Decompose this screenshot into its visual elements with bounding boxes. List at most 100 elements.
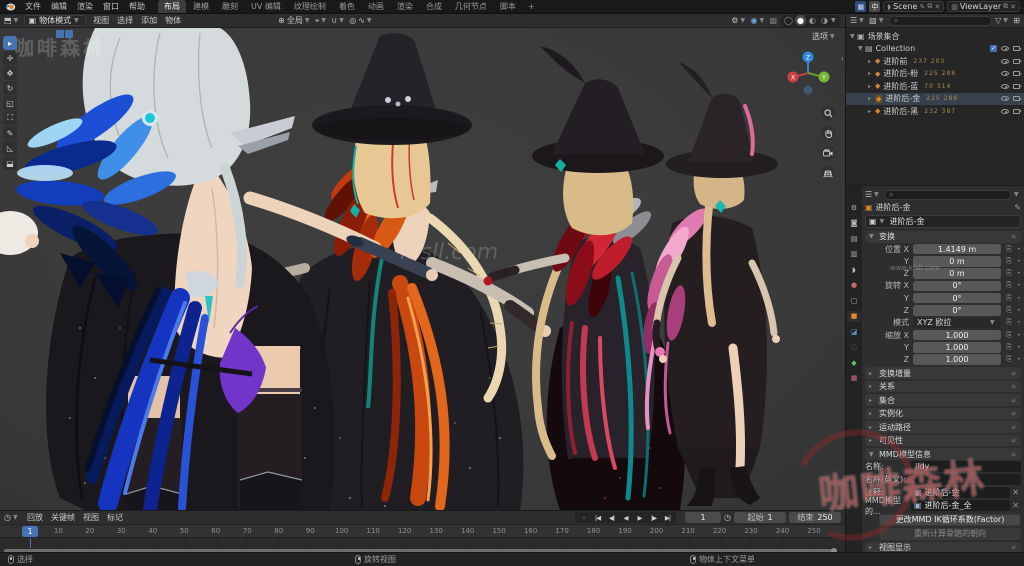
disable-render-icon[interactable] (1013, 108, 1022, 114)
clear-icon[interactable]: ✕ (1010, 488, 1021, 497)
properties-editor-type-button[interactable]: ☰ ▼ (865, 190, 881, 199)
mmd-ik-loop-button[interactable]: 更改MMD IK循环系数(Factor) (879, 513, 1021, 526)
menu-窗口[interactable]: 窗口 (98, 1, 124, 12)
animate-dot-icon[interactable]: • (1017, 332, 1021, 339)
add-workspace-button[interactable]: + (524, 2, 539, 11)
timeline-menu-标记[interactable]: 标记 (103, 511, 127, 524)
animate-dot-icon[interactable]: • (1017, 295, 1021, 302)
menu-文件[interactable]: 文件 (20, 1, 46, 12)
collection-row[interactable]: ▼ ▤ Collection ✓ (846, 43, 1024, 56)
section-header[interactable]: ▸ 变换增量 ≡ (865, 367, 1021, 379)
viewport-menu-物体[interactable]: 物体 (161, 14, 185, 27)
lock-icon[interactable]: ⎘ (1001, 257, 1017, 266)
lock-icon[interactable]: ⎘ (1001, 306, 1017, 315)
section-header[interactable]: ▸ 集合 ≡ (865, 394, 1021, 406)
lock-icon[interactable]: ⎘ (1001, 245, 1017, 254)
mode-toggle-3[interactable] (74, 30, 82, 38)
language-toggle-button[interactable]: 中 (869, 1, 881, 12)
mode-selector[interactable]: ▣ 物体模式 ▼ (23, 15, 87, 26)
transform-value-field[interactable]: 1.4149 m (913, 243, 1001, 255)
outliner-filter-button[interactable]: ▽ ▼ (995, 16, 1010, 25)
animate-dot-icon[interactable]: • (1017, 246, 1021, 253)
sidebar-toggle-arrow[interactable]: ‹ (841, 54, 844, 63)
tool-tab[interactable]: ⚙ (847, 202, 861, 213)
disable-render-icon[interactable] (1013, 96, 1022, 102)
zoom-icon[interactable] (821, 106, 835, 120)
perspective-toggle-icon[interactable] (821, 166, 835, 180)
properties-options-dropdown[interactable]: ▼ (1014, 191, 1021, 198)
overlays-toggle[interactable]: ◉ ▼ (750, 16, 766, 25)
transform-tool[interactable]: ⛶ (3, 111, 17, 125)
pin-icon[interactable]: ✎ (1014, 203, 1021, 212)
mmd-name-input[interactable]: jldy (911, 461, 1021, 473)
menu-渲染[interactable]: 渲染 (72, 1, 98, 12)
section-header[interactable]: ▸ 关系 ≡ (865, 380, 1021, 393)
outliner-search-input[interactable]: ⌕ (888, 15, 993, 26)
select-box-tool[interactable]: ▸ (3, 36, 17, 50)
lock-icon[interactable]: ⎘ (1001, 269, 1017, 278)
wireframe-shading-button[interactable]: ◯ (783, 15, 794, 26)
3d-viewport[interactable]: 咖啡森林 kfsll.com ▸ ✛ ✥ ↻ ◱ ⛶ ✎ ◺ ⬓ 选项 ▼ Z X Y (0, 28, 845, 510)
mmd-model-field[interactable]: ▣ 进阶后-金_全 (911, 500, 1011, 512)
lock-icon[interactable]: ⎘ (1001, 331, 1017, 340)
hide-eye-icon[interactable] (1001, 108, 1009, 114)
hide-eye-icon[interactable] (1001, 96, 1009, 102)
workspace-tab[interactable]: UV 编辑 (245, 0, 287, 13)
object-tab[interactable]: ■ (847, 310, 861, 322)
scene-tab[interactable]: ◗ (847, 264, 861, 275)
mmd-comment-field[interactable]: ▣ 进阶后-金 (911, 487, 1011, 499)
lock-icon[interactable]: ⎘ (1001, 281, 1017, 290)
section-header[interactable]: ▸ 运动路径 ≡ (865, 421, 1021, 433)
transform-value-field[interactable]: 0° (913, 305, 1001, 316)
new-view-layer-icon[interactable]: ⧉ (1003, 2, 1008, 11)
view-layer-selector[interactable]: ▥ ViewLayer ⧉ ✕ (947, 1, 1020, 12)
output-tab[interactable]: ▤ (847, 233, 861, 244)
outliner-item[interactable]: ▸ ◆ 进阶后-蓝 70 314 (846, 80, 1024, 93)
camera-view-icon[interactable] (821, 146, 835, 160)
disable-render-icon[interactable] (1013, 83, 1022, 89)
outliner-item[interactable]: ▸ ◆ 进阶前 237 203 (846, 55, 1024, 68)
menu-编辑[interactable]: 编辑 (46, 1, 72, 12)
pivot-point-dropdown[interactable]: ⌖ ▼ (315, 16, 329, 26)
gizmos-dropdown[interactable]: ⚙ ▼ (731, 16, 747, 25)
mmd-recalc-bone-button[interactable]: 重新计算骨骼的朝向 (879, 527, 1021, 540)
transform-value-field[interactable]: 0° (913, 280, 1001, 292)
timeline-menu-回放[interactable]: 回放 (23, 511, 47, 524)
current-frame-field[interactable]: 1 (685, 512, 722, 523)
prev-keyframe-button[interactable]: ◀| (605, 512, 618, 523)
mode-toggle-1[interactable] (56, 30, 64, 38)
new-scene-icon[interactable]: ⧉ (927, 2, 932, 11)
texture-tab[interactable]: ▦ (847, 373, 861, 384)
play-button[interactable]: ▶ (633, 512, 646, 523)
current-frame-indicator[interactable]: 1 (22, 526, 38, 537)
viewport-options-dropdown[interactable]: 选项 ▼ (812, 31, 837, 42)
frame-end-field[interactable]: 结束 250 (789, 512, 841, 523)
timeline-menu-视图[interactable]: 视图 (79, 511, 103, 524)
frame-start-field[interactable]: 起始 1 (734, 512, 786, 523)
animate-dot-icon[interactable]: • (1017, 258, 1021, 265)
rotate-tool[interactable]: ↻ (3, 81, 17, 95)
rendered-shading-button[interactable]: ◑ (819, 15, 830, 26)
hide-eye-icon[interactable] (1001, 58, 1009, 64)
scene-collection-row[interactable]: ▼ ▣ 场景集合 (846, 30, 1024, 43)
workspace-tab[interactable]: 纹理绘制 (288, 0, 332, 13)
lock-icon[interactable]: ⎘ (1001, 294, 1017, 303)
animate-dot-icon[interactable]: • (1017, 282, 1021, 289)
transform-value-field[interactable]: 1.000 (913, 354, 1001, 365)
timeline-tracks[interactable] (0, 538, 845, 548)
transform-value-field[interactable]: 0° (913, 292, 1001, 304)
lock-icon[interactable]: ⎘ (1001, 318, 1017, 327)
remove-view-layer-icon[interactable]: ✕ (1010, 3, 1016, 11)
mode-toggle-2[interactable] (65, 30, 73, 38)
material-shading-button[interactable]: ◐ (807, 15, 818, 26)
editor-type-button[interactable]: ⬒ ▼ (4, 16, 21, 25)
close-icon[interactable]: ✕ (934, 3, 940, 11)
mmd-section-header[interactable]: ▼ MMD模型信息 ≡ (865, 448, 1021, 460)
animate-dot-icon[interactable]: • (1017, 344, 1021, 351)
workspace-tab[interactable]: 渲染 (391, 0, 419, 13)
modifiers-tab[interactable]: ◪ (847, 326, 861, 337)
next-keyframe-button[interactable]: |▶ (647, 512, 660, 523)
auto-keying-button[interactable]: ◦ (577, 512, 590, 523)
play-reverse-button[interactable]: ◀ (619, 512, 632, 523)
timeline-editor-type-button[interactable]: ◷ ▼ (4, 513, 20, 522)
